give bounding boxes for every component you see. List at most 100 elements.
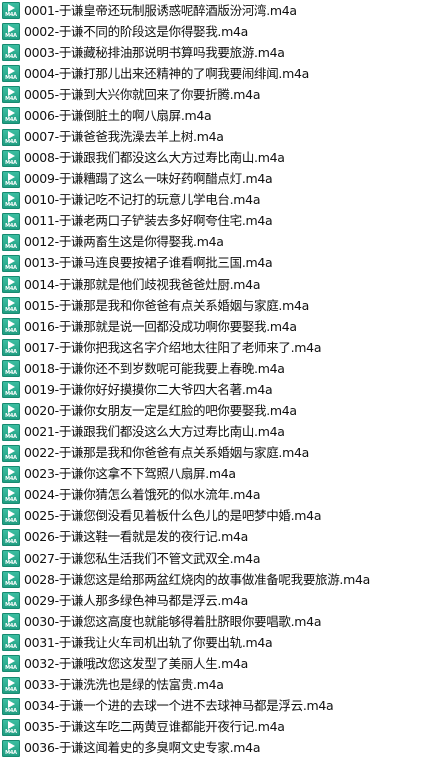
file-list-item[interactable]: M4A 0020-于谦你女朋友一定是红脸的吧你要娶我.m4a bbox=[0, 400, 421, 421]
play-glyph bbox=[8, 552, 15, 561]
file-list-item[interactable]: M4A 0023-于谦你这拿不下驾照八扇屏.m4a bbox=[0, 464, 421, 485]
file-format-badge: M4A bbox=[5, 728, 17, 735]
file-format-badge: M4A bbox=[5, 644, 17, 651]
file-list-item[interactable]: M4A 0032-于谦哦改您这发型了美丽人生.m4a bbox=[0, 653, 421, 674]
file-name: 0012-于谦两畜生这是你得娶我.m4a bbox=[24, 234, 224, 250]
play-glyph bbox=[8, 488, 15, 497]
file-name: 0007-于谦爸爸我洗澡去羊上树.m4a bbox=[24, 129, 224, 144]
play-glyph bbox=[8, 256, 15, 265]
file-list-item[interactable]: M4A 0007-于谦爸爸我洗澡去羊上树.m4a bbox=[0, 126, 421, 147]
audio-file-icon: M4A bbox=[2, 65, 20, 83]
file-list-item[interactable]: M4A 0012-于谦两畜生这是你得娶我.m4a bbox=[0, 232, 421, 253]
file-list-item[interactable]: M4A 0031-于谦我让火车司机出轨了你要出轨.m4a bbox=[0, 632, 421, 653]
file-list-item[interactable]: M4A 0016-于谦那就是说一回都没成功啊你要娶我.m4a bbox=[0, 316, 421, 337]
file-name: 0003-于谦藏秘排油那说明书算吗我要旅游.m4a bbox=[24, 44, 285, 60]
file-name: 0010-于谦记吃不记打的玩意儿学电台.m4a bbox=[24, 192, 261, 208]
file-name: 0004-于谦打那儿出来还精神的了啊我要闹绯闻.m4a bbox=[24, 65, 309, 81]
play-glyph bbox=[8, 67, 15, 76]
file-list-item[interactable]: M4A 0019-于谦你好好摸摸你二大爷四大名著.m4a bbox=[0, 379, 421, 400]
play-glyph bbox=[8, 320, 15, 329]
file-list-item[interactable]: M4A 0005-于谦到大兴你就回来了你要折腾.m4a bbox=[0, 84, 421, 105]
file-name: 0026-于谦这鞋一看就是发的夜行记.m4a bbox=[24, 529, 248, 545]
file-name: 0027-于谦您私生活我们不管文武双全.m4a bbox=[24, 550, 261, 566]
file-list-item[interactable]: M4A 0030-于谦您这高度也就能够得着肚脐眼你要唱歌.m4a bbox=[0, 611, 421, 632]
audio-file-icon: M4A bbox=[2, 23, 20, 41]
file-name: 0021-于谦跟我们都没这么大方过寿比南山.m4a bbox=[24, 424, 285, 440]
audio-file-icon: M4A bbox=[2, 318, 20, 336]
file-list-item[interactable]: M4A 0028-于谦您这是给那两盆红烧肉的故事做准备呢我要旅游.m4a bbox=[0, 569, 421, 590]
play-glyph bbox=[8, 193, 15, 202]
file-list-item[interactable]: M4A 0015-于谦那是我和你爸爸有点关系婚姻与家庭.m4a bbox=[0, 295, 421, 316]
play-glyph bbox=[8, 425, 15, 434]
play-glyph bbox=[8, 25, 15, 34]
file-format-badge: M4A bbox=[5, 517, 17, 524]
file-name: 0009-于谦糟蹋了这么一味好药啊醋点灯.m4a bbox=[24, 171, 273, 187]
file-list-item[interactable]: M4A 0029-于谦人那多绿色神马都是浮云.m4a bbox=[0, 590, 421, 611]
play-glyph bbox=[8, 657, 15, 666]
file-list-item[interactable]: M4A 0018-于谦你还不到岁数呢可能我要上春晚.m4a bbox=[0, 358, 421, 379]
file-name: 0002-于谦不同的阶段这是你得娶我.m4a bbox=[24, 23, 248, 39]
audio-file-icon: M4A bbox=[2, 423, 20, 441]
play-glyph bbox=[8, 573, 15, 582]
play-glyph bbox=[8, 341, 15, 350]
file-name: 0033-于谦洗洗也是绿的怯富贵.m4a bbox=[24, 677, 224, 693]
file-list-item[interactable]: M4A 0026-于谦这鞋一看就是发的夜行记.m4a bbox=[0, 527, 421, 548]
audio-file-icon: M4A bbox=[2, 107, 20, 125]
file-list-item[interactable]: M4A 0004-于谦打那儿出来还精神的了啊我要闹绯闻.m4a bbox=[0, 63, 421, 84]
audio-file-icon: M4A bbox=[2, 233, 20, 251]
file-list-item[interactable]: M4A 0027-于谦您私生活我们不管文武双全.m4a bbox=[0, 548, 421, 569]
play-glyph bbox=[8, 172, 15, 181]
audio-file-icon: M4A bbox=[2, 191, 20, 209]
audio-file-icon: M4A bbox=[2, 44, 20, 62]
file-format-badge: M4A bbox=[5, 349, 17, 356]
file-list-item[interactable]: M4A 0021-于谦跟我们都没这么大方过寿比南山.m4a bbox=[0, 422, 421, 443]
play-glyph bbox=[8, 636, 15, 645]
file-list-item[interactable]: M4A 0022-于谦那是我和你爸爸有点关系婚姻与家庭.m4a bbox=[0, 443, 421, 464]
file-list-item[interactable]: M4A 0002-于谦不同的阶段这是你得娶我.m4a bbox=[0, 21, 421, 42]
file-list-item[interactable]: M4A 0008-于谦跟我们都没这么大方过寿比南山.m4a bbox=[0, 148, 421, 169]
audio-file-icon: M4A bbox=[2, 676, 20, 694]
file-format-badge: M4A bbox=[5, 686, 17, 693]
audio-file-icon: M4A bbox=[2, 613, 20, 631]
file-list-item[interactable]: M4A 0011-于谦老两口子铲装去多好啊夸住宅.m4a bbox=[0, 211, 421, 232]
file-format-badge: M4A bbox=[5, 243, 17, 250]
file-list-item[interactable]: M4A 0024-于谦你猜怎么着饿死的似水流年.m4a bbox=[0, 485, 421, 506]
file-list-item[interactable]: M4A 0025-于谦您倒没看见着板什么色儿的是吧梦中婚.m4a bbox=[0, 506, 421, 527]
audio-file-icon: M4A bbox=[2, 402, 20, 420]
file-format-badge: M4A bbox=[5, 159, 17, 166]
file-list-item[interactable]: M4A 0017-于谦你把我这名字介绍地太往阳了老师来了.m4a bbox=[0, 337, 421, 358]
play-glyph bbox=[8, 720, 15, 729]
file-format-badge: M4A bbox=[5, 412, 17, 419]
file-format-badge: M4A bbox=[5, 370, 17, 377]
file-name: 0011-于谦老两口子铲装去多好啊夸住宅.m4a bbox=[24, 213, 273, 229]
file-format-badge: M4A bbox=[5, 54, 17, 61]
file-list-item[interactable]: M4A 0013-于谦马连良要按裙子谁看啊批三国.m4a bbox=[0, 253, 421, 274]
play-glyph bbox=[8, 151, 15, 160]
file-list-item[interactable]: M4A 0006-于谦倒脏土的啊八扇屏.m4a bbox=[0, 105, 421, 126]
file-list-item[interactable]: M4A 0035-于谦这车吃二两黄豆谁都能开夜行记.m4a bbox=[0, 717, 421, 738]
audio-file-icon: M4A bbox=[2, 592, 20, 610]
file-list-item[interactable]: M4A 0003-于谦藏秘排油那说明书算吗我要旅游.m4a bbox=[0, 42, 421, 63]
file-format-badge: M4A bbox=[5, 12, 17, 19]
file-list-item[interactable]: M4A 0009-于谦糟蹋了这么一味好药啊醋点灯.m4a bbox=[0, 169, 421, 190]
audio-file-icon: M4A bbox=[2, 528, 20, 546]
file-list-item[interactable]: M4A 0010-于谦记吃不记打的玩意儿学电台.m4a bbox=[0, 190, 421, 211]
file-format-badge: M4A bbox=[5, 117, 17, 124]
audio-file-icon: M4A bbox=[2, 212, 20, 230]
file-format-badge: M4A bbox=[5, 560, 17, 567]
play-glyph bbox=[8, 383, 15, 392]
file-list-item[interactable]: M4A 0014-于谦那就是他们歧视我爸爸灶厨.m4a bbox=[0, 274, 421, 295]
file-name: 0023-于谦你这拿不下驾照八扇屏.m4a bbox=[24, 466, 236, 482]
file-list-item[interactable]: M4A 0033-于谦洗洗也是绿的怯富贵.m4a bbox=[0, 675, 421, 696]
file-name: 0028-于谦您这是给那两盆红烧肉的故事做准备呢我要旅游.m4a bbox=[24, 571, 370, 587]
file-name: 0014-于谦那就是他们歧视我爸爸灶厨.m4a bbox=[24, 276, 261, 292]
play-glyph bbox=[8, 741, 15, 750]
file-format-badge: M4A bbox=[5, 538, 17, 545]
audio-file-icon: M4A bbox=[2, 276, 20, 294]
file-list-item[interactable]: M4A 0001-于谦皇帝还玩制服诱惑呢醉酒版汾河湾.m4a bbox=[0, 0, 421, 21]
file-format-badge: M4A bbox=[5, 222, 17, 229]
file-list-item[interactable]: M4A 0034-于谦一个进的去球一个进不去球神马都是浮云.m4a bbox=[0, 696, 421, 717]
file-list-item[interactable]: M4A 0036-于谦这闻着史的多臭啊文史专家.m4a bbox=[0, 738, 421, 759]
audio-file-icon: M4A bbox=[2, 550, 20, 568]
play-glyph bbox=[8, 594, 15, 603]
